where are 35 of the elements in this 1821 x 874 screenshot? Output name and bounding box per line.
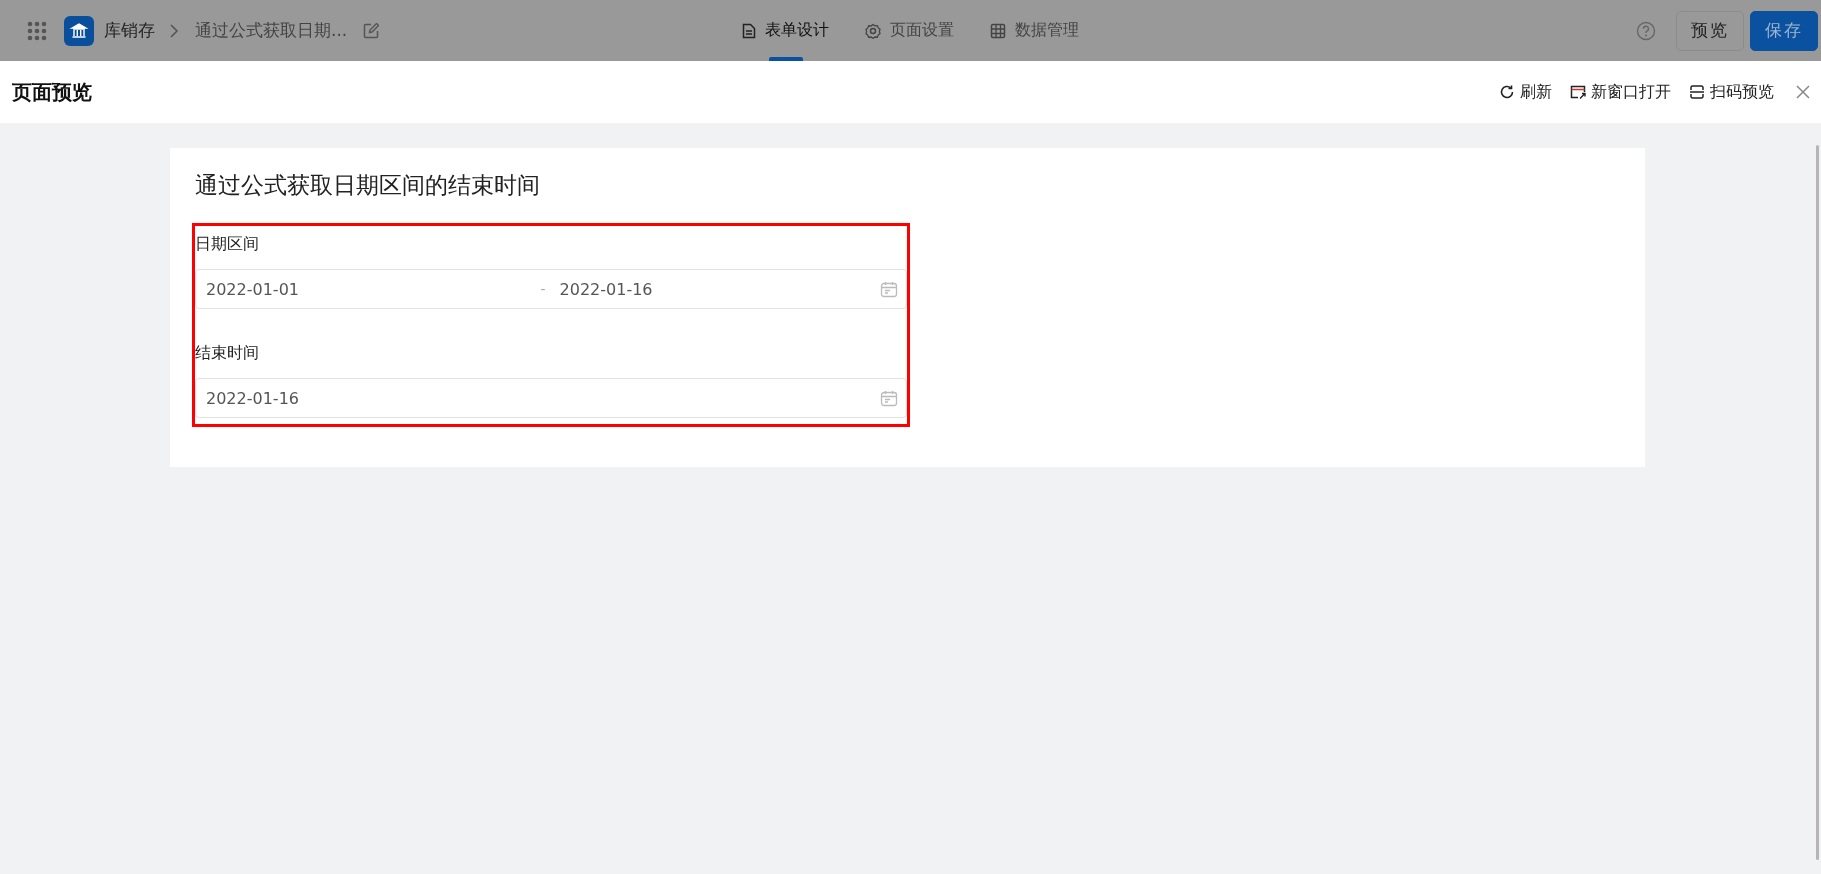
start-date: 2022-01-01 bbox=[206, 279, 300, 299]
nav-tab[interactable]: 表单设计 bbox=[742, 0, 829, 61]
edit-icon[interactable] bbox=[363, 22, 380, 39]
calendar-icon bbox=[880, 389, 898, 407]
scan-icon bbox=[1689, 84, 1705, 100]
preview-button[interactable]: 预览 bbox=[1676, 10, 1744, 51]
window-icon bbox=[1570, 84, 1586, 100]
page-title: 通过公式获取日期... bbox=[195, 19, 348, 42]
document-icon bbox=[742, 22, 756, 39]
scrollbar[interactable] bbox=[1816, 145, 1819, 860]
table-icon bbox=[990, 22, 1006, 39]
calendar-icon bbox=[880, 280, 898, 298]
refresh-icon bbox=[1499, 84, 1515, 100]
toolbar-action[interactable]: 刷新 bbox=[1499, 81, 1552, 103]
bank-icon[interactable] bbox=[64, 15, 94, 46]
end-date: 2022-01-16 bbox=[559, 279, 654, 299]
preview-title: 页面预览 bbox=[12, 78, 92, 106]
app-name[interactable]: 库销存 bbox=[104, 19, 155, 42]
app-grid-icon[interactable] bbox=[27, 20, 47, 41]
nav-tab[interactable]: 数据管理 bbox=[990, 0, 1079, 61]
field-label: 日期区间 bbox=[195, 234, 260, 255]
date-range-field[interactable]: 2022-01-01 - 2022-01-16 bbox=[195, 269, 907, 309]
date-value: 2022-01-16 bbox=[206, 388, 300, 408]
settings-icon bbox=[865, 22, 881, 39]
range-separator: - bbox=[540, 281, 546, 297]
close-icon[interactable] bbox=[1796, 85, 1810, 99]
field-label: 结束时间 bbox=[195, 343, 260, 364]
help-icon[interactable] bbox=[1636, 20, 1656, 41]
toolbar-action[interactable]: 扫码预览 bbox=[1689, 81, 1774, 103]
nav-tab[interactable]: 页面设置 bbox=[865, 0, 954, 61]
form-title: 通过公式获取日期区间的结束时间 bbox=[195, 171, 541, 200]
date-field[interactable]: 2022-01-16 bbox=[195, 378, 907, 418]
chevron-icon bbox=[169, 22, 179, 39]
toolbar-action[interactable]: 新窗口打开 bbox=[1570, 81, 1671, 103]
save-button[interactable]: 保存 bbox=[1750, 10, 1818, 51]
